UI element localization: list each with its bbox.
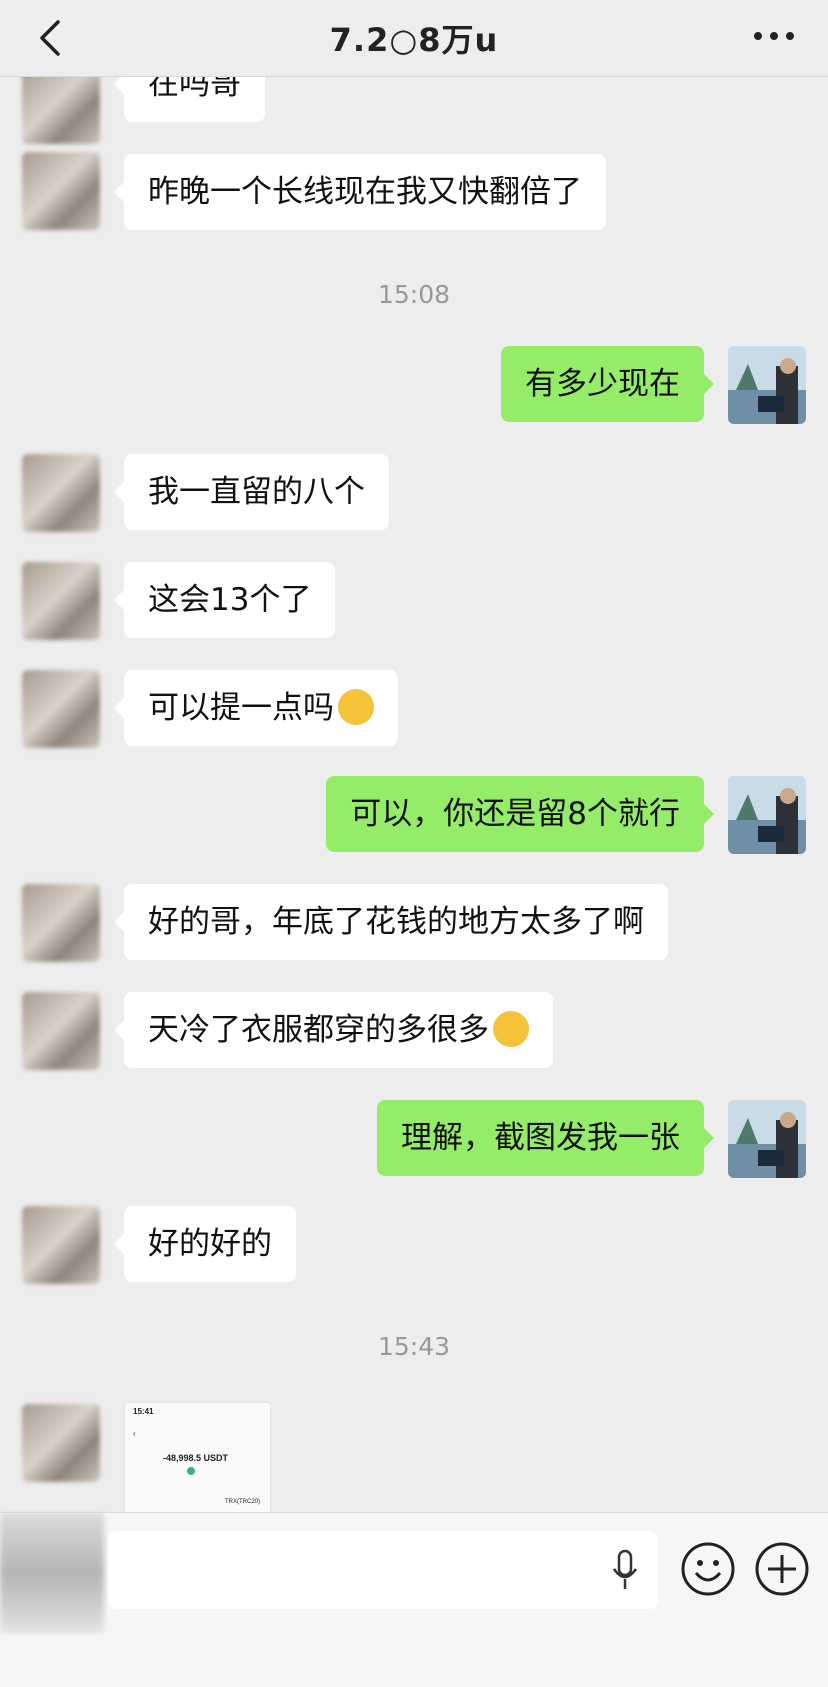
chat-area[interactable]: 在吗哥 昨晚一个长线现在我又快翻倍了 15:08 有多少现在 我一直留的八个 这… [0, 76, 828, 1512]
message-text: 好的好的 [148, 1226, 272, 1262]
smile-icon[interactable] [680, 1541, 736, 1597]
more-dots-icon[interactable] [752, 24, 796, 48]
contact-avatar[interactable] [22, 1206, 100, 1284]
contact-avatar[interactable] [22, 562, 100, 640]
incoming-message[interactable]: 这会13个了 [113, 562, 336, 638]
contact-avatar[interactable] [22, 454, 100, 532]
input-bar [0, 1512, 828, 1687]
chat-title: 7.2○8万u [329, 21, 499, 59]
blurred-region [0, 1513, 104, 1633]
outgoing-message[interactable]: 可以，你还是留8个就行 [326, 776, 714, 852]
plus-circle-icon[interactable] [754, 1541, 810, 1597]
message-text: 有多少现在 [525, 366, 680, 402]
incoming-message[interactable]: 我一直留的八个 [114, 454, 389, 530]
timestamp: 15:43 [377, 1332, 451, 1361]
contact-avatar[interactable] [22, 670, 100, 748]
message-text: 可以提一点吗 [148, 690, 334, 726]
message-text: 在吗哥 [148, 76, 241, 102]
chat-header: 7.2○8万u [0, 0, 828, 77]
timestamp: 15:08 [377, 280, 451, 309]
chevron-left-icon[interactable] [34, 16, 70, 60]
avatar-image [728, 1100, 806, 1178]
grin-emoji [338, 688, 374, 725]
incoming-message[interactable]: 在吗哥 [114, 76, 265, 122]
contact-avatar[interactable] [22, 76, 100, 144]
thumb-status-icon [187, 1467, 195, 1475]
outgoing-message[interactable]: 有多少现在 [501, 346, 714, 422]
message-text: 这会13个了 [148, 582, 312, 618]
contact-avatar[interactable] [22, 884, 100, 962]
message-text: 天冷了衣服都穿的多很多 [148, 1012, 489, 1048]
my-avatar[interactable] [728, 1100, 806, 1178]
contact-avatar[interactable] [22, 992, 100, 1070]
thumb-back-icon: ‹ [133, 1429, 136, 1438]
sad-emoji [493, 1010, 529, 1047]
incoming-message[interactable]: 好的好的 [114, 1206, 296, 1282]
thumb-amount: -48,998.5 USDT [163, 1453, 229, 1463]
message-text: 好的哥，年底了花钱的地方太多了啊 [148, 904, 644, 940]
message-text: 可以，你还是留8个就行 [350, 796, 680, 832]
message-input[interactable] [108, 1531, 658, 1609]
thumb-network: TRX(TRC20) [225, 1499, 261, 1505]
image-message[interactable]: 15:41 ‹ -48,998.5 USDT TRX(TRC20) [124, 1402, 271, 1512]
avatar-image [728, 346, 806, 424]
incoming-message[interactable]: 昨晚一个长线现在我又快翻倍了 [114, 154, 606, 230]
my-avatar[interactable] [728, 346, 806, 424]
my-avatar[interactable] [728, 776, 806, 854]
thumb-time: 15:41 [133, 1407, 154, 1416]
contact-avatar[interactable] [22, 152, 100, 230]
microphone-icon[interactable] [610, 1547, 640, 1593]
outgoing-message[interactable]: 理解，截图发我一张 [377, 1100, 714, 1176]
incoming-message[interactable]: 天冷了衣服都穿的多很多 [114, 992, 553, 1068]
message-text: 昨晚一个长线现在我又快翻倍了 [148, 174, 582, 210]
message-text: 理解，截图发我一张 [401, 1120, 680, 1156]
incoming-message[interactable]: 可以提一点吗 [114, 670, 398, 746]
contact-avatar[interactable] [22, 1404, 100, 1482]
message-text: 我一直留的八个 [148, 474, 365, 510]
avatar-image [728, 776, 806, 854]
incoming-message[interactable]: 好的哥，年底了花钱的地方太多了啊 [114, 884, 668, 960]
